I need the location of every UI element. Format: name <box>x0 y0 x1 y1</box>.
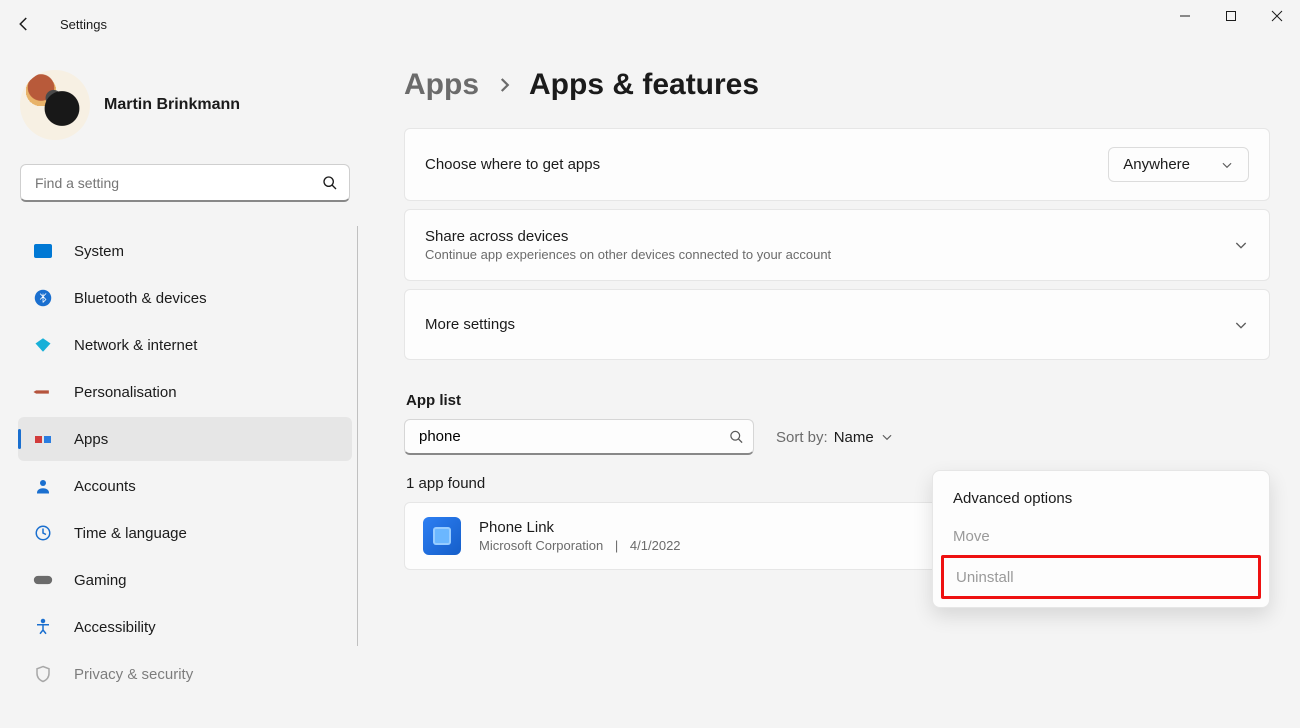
chevron-down-icon <box>1233 317 1249 333</box>
ctx-uninstall[interactable]: Uninstall <box>944 558 1258 596</box>
nav-item-apps[interactable]: Apps <box>18 417 352 461</box>
window-controls <box>1162 0 1300 48</box>
sort-by[interactable]: Sort by: Name <box>776 429 894 446</box>
uninstall-highlight: Uninstall <box>941 555 1261 599</box>
nav-item-accessibility[interactable]: Accessibility <box>18 605 352 649</box>
sort-value: Name <box>834 429 874 446</box>
nav-label: Network & internet <box>74 337 197 354</box>
card-app-source[interactable]: Choose where to get apps Anywhere <box>404 128 1270 201</box>
nav-label: Bluetooth & devices <box>74 290 207 307</box>
search-icon <box>322 175 338 191</box>
chevron-down-icon <box>1220 158 1234 172</box>
app-source-select[interactable]: Anywhere <box>1108 147 1249 182</box>
card-title: Share across devices <box>425 228 831 245</box>
breadcrumb-parent[interactable]: Apps <box>404 68 479 102</box>
nav: System Bluetooth & devices Network & int… <box>10 226 360 699</box>
shield-icon <box>32 665 54 683</box>
main: Apps Apps & features Choose where to get… <box>404 62 1270 728</box>
apps-icon <box>32 436 54 443</box>
app-publisher-line: Microsoft Corporation | 4/1/2022 <box>479 538 681 553</box>
nav-item-system[interactable]: System <box>18 229 352 273</box>
select-value: Anywhere <box>1123 156 1190 173</box>
user-name: Martin Brinkmann <box>104 96 240 114</box>
app-context-menu: Advanced options Move Uninstall <box>932 470 1270 608</box>
nav-label: Time & language <box>74 525 187 542</box>
minimize-button[interactable] <box>1162 0 1208 32</box>
back-arrow-icon <box>15 15 33 33</box>
nav-item-privacy[interactable]: Privacy & security <box>18 652 352 696</box>
app-publisher: Microsoft Corporation <box>479 538 603 553</box>
nav-label: Privacy & security <box>74 666 193 683</box>
app-list-search[interactable] <box>404 419 754 455</box>
sort-label: Sort by: <box>776 429 828 446</box>
user-row[interactable]: Martin Brinkmann <box>10 62 360 164</box>
find-setting-input[interactable] <box>20 164 350 202</box>
close-icon <box>1271 10 1283 22</box>
nav-item-personalisation[interactable]: Personalisation <box>18 370 352 414</box>
nav-item-bluetooth[interactable]: Bluetooth & devices <box>18 276 352 320</box>
nav-item-network[interactable]: Network & internet <box>18 323 352 367</box>
nav-scroll-indicator <box>357 226 358 646</box>
nav-item-gaming[interactable]: Gaming <box>18 558 352 602</box>
app-list-label: App list <box>406 392 1270 409</box>
app-list-search-input[interactable] <box>404 419 754 455</box>
breadcrumb: Apps Apps & features <box>404 68 1270 102</box>
app-date: 4/1/2022 <box>630 538 681 553</box>
bluetooth-icon <box>32 289 54 307</box>
ctx-move: Move <box>941 517 1261 555</box>
phone-link-icon <box>423 517 461 555</box>
sidebar: Martin Brinkmann System Bluetooth & devi… <box>0 62 370 728</box>
nav-item-time-language[interactable]: Time & language <box>18 511 352 555</box>
system-icon <box>32 244 54 258</box>
card-subtitle: Continue app experiences on other device… <box>425 247 831 262</box>
paintbrush-icon <box>29 378 57 406</box>
gamepad-icon <box>32 571 54 589</box>
network-icon <box>32 336 54 354</box>
search-icon <box>729 430 744 445</box>
nav-label: Accessibility <box>74 619 156 636</box>
nav-label: Apps <box>74 431 108 448</box>
maximize-button[interactable] <box>1208 0 1254 32</box>
card-title: Choose where to get apps <box>425 156 600 173</box>
chevron-down-icon <box>1233 237 1249 253</box>
ctx-advanced-options[interactable]: Advanced options <box>941 479 1261 517</box>
chevron-down-icon <box>880 430 894 444</box>
app-list-filters: Sort by: Name <box>404 419 1270 455</box>
accessibility-icon <box>32 618 54 636</box>
back-button[interactable] <box>0 15 48 33</box>
minimize-icon <box>1179 10 1191 22</box>
nav-item-accounts[interactable]: Accounts <box>18 464 352 508</box>
app-name: Phone Link <box>479 519 681 536</box>
nav-label: Personalisation <box>74 384 177 401</box>
avatar <box>20 70 90 140</box>
separator: | <box>615 538 618 553</box>
card-title: More settings <box>425 316 515 333</box>
window-title: Settings <box>60 17 107 32</box>
titlebar: Settings <box>0 0 1300 48</box>
nav-label: Accounts <box>74 478 136 495</box>
clock-globe-icon <box>32 524 54 542</box>
close-button[interactable] <box>1254 0 1300 32</box>
person-icon <box>32 477 54 495</box>
card-share-devices[interactable]: Share across devices Continue app experi… <box>404 209 1270 281</box>
chevron-right-icon <box>495 76 513 94</box>
maximize-icon <box>1225 10 1237 22</box>
card-more-settings[interactable]: More settings <box>404 289 1270 360</box>
find-setting-search[interactable] <box>20 164 350 202</box>
nav-label: System <box>74 243 124 260</box>
breadcrumb-current: Apps & features <box>529 68 759 102</box>
nav-label: Gaming <box>74 572 127 589</box>
